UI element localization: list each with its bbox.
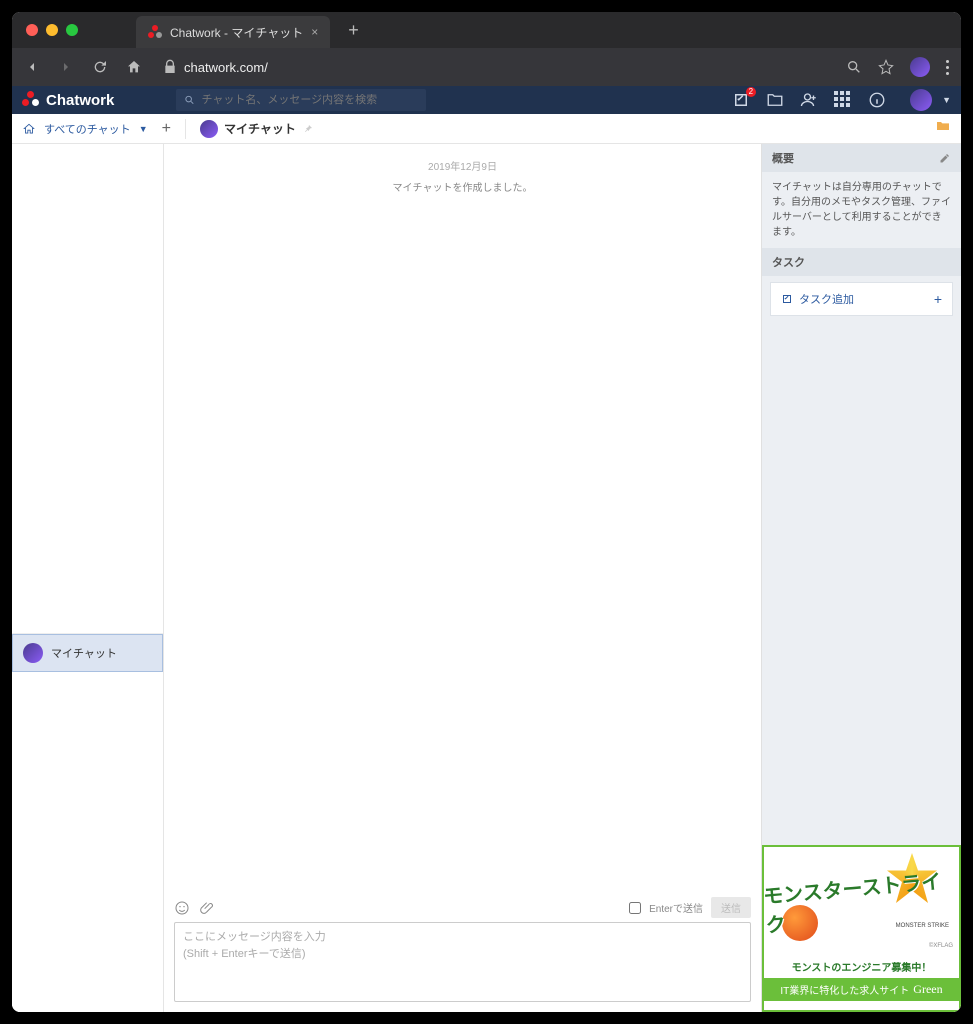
- app-topnav: Chatwork 2 ▼: [12, 86, 961, 114]
- advertisement[interactable]: 広告˅ モンスターストライク MONSTER STRIKE ©XFLAG モンス…: [762, 845, 961, 1012]
- compose-area: Enterで送信 送信 ここにメッセージ内容を入力 (Shift + Enter…: [164, 887, 761, 1012]
- plus-icon: +: [934, 291, 942, 307]
- pin-icon[interactable]: [302, 123, 314, 135]
- main-panel: 2019年12月9日 マイチャットを作成しました。 Enterで送信 送信 ここ…: [164, 144, 761, 1012]
- chat-list-upper: [12, 144, 163, 634]
- home-outline-icon: [22, 122, 36, 136]
- task-badge: 2: [746, 87, 756, 97]
- add-task-button[interactable]: タスク追加 +: [770, 282, 953, 316]
- lock-icon: [162, 59, 178, 75]
- logo-mark-icon: [22, 91, 40, 109]
- room-title: マイチャット: [200, 120, 314, 138]
- enter-send-label: Enterで送信: [649, 900, 703, 915]
- address-bar: chatwork.com/: [12, 48, 961, 86]
- placeholder-line2: (Shift + Enterキーで送信): [183, 946, 742, 963]
- add-task-label: タスク追加: [799, 291, 854, 307]
- ad-green-logo: Green: [913, 982, 942, 997]
- ad-image: モンスターストライク MONSTER STRIKE ©XFLAG: [764, 847, 959, 955]
- emoji-icon[interactable]: [174, 900, 190, 916]
- chat-filter-label: すべてのチャット: [44, 121, 131, 137]
- checkbox-icon: [781, 293, 793, 305]
- divider: [185, 119, 186, 139]
- search-box[interactable]: [176, 89, 426, 111]
- compose-toolbar: Enterで送信 送信: [174, 893, 751, 922]
- subheader: すべてのチャット ▼ + マイチャット: [12, 114, 961, 144]
- minimize-window-button[interactable]: [46, 24, 58, 36]
- chatwork-favicon: [148, 25, 162, 39]
- right-spacer: [762, 322, 961, 845]
- tab-title: Chatwork - マイチャット: [170, 24, 303, 41]
- forward-icon[interactable]: [58, 59, 74, 75]
- sidebar-item-mychat[interactable]: マイチャット: [12, 634, 163, 672]
- chat-list-lower: [12, 672, 163, 1012]
- chat-filter[interactable]: すべてのチャット ▼: [22, 121, 148, 137]
- summary-header: 概要: [762, 144, 961, 172]
- titlebar: Chatwork - マイチャット × +: [12, 12, 961, 48]
- browser-window: Chatwork - マイチャット × + chatwork.com/ Chat…: [12, 12, 961, 1012]
- file-icon[interactable]: [766, 91, 784, 109]
- window-controls: [26, 24, 78, 36]
- ad-headline: モンストのエンジニア募集中！: [764, 955, 959, 978]
- chat-avatar-icon: [23, 643, 43, 663]
- chevron-down-icon: ▼: [942, 95, 951, 105]
- star-icon[interactable]: [878, 59, 894, 75]
- search-input[interactable]: [201, 94, 418, 106]
- search-icon: [184, 94, 195, 106]
- room-name: マイチャット: [224, 120, 296, 137]
- message-input[interactable]: ここにメッセージ内容を入力 (Shift + Enterキーで送信): [174, 922, 751, 1002]
- chevron-down-icon: ▼: [139, 124, 148, 134]
- app-body: マイチャット 2019年12月9日 マイチャットを作成しました。 Enterで送…: [12, 144, 961, 1012]
- ad-footer: IT業界に特化した求人サイト Green: [764, 978, 959, 1001]
- browser-menu-icon[interactable]: [946, 60, 949, 75]
- edit-icon[interactable]: [939, 152, 951, 164]
- logo-text: Chatwork: [46, 92, 114, 109]
- app-logo[interactable]: Chatwork: [22, 91, 114, 109]
- home-icon[interactable]: [126, 59, 142, 75]
- placeholder-line1: ここにメッセージ内容を入力: [183, 929, 742, 946]
- zoom-icon[interactable]: [846, 59, 862, 75]
- send-button[interactable]: 送信: [711, 897, 751, 918]
- enter-send-checkbox[interactable]: [629, 902, 641, 914]
- reload-icon[interactable]: [92, 59, 108, 75]
- message-area: 2019年12月9日 マイチャットを作成しました。: [164, 144, 761, 887]
- user-menu[interactable]: ▼: [910, 89, 951, 111]
- folder-icon[interactable]: [935, 118, 951, 134]
- room-avatar-icon: [200, 120, 218, 138]
- chat-item-label: マイチャット: [51, 645, 117, 661]
- url-field[interactable]: chatwork.com/: [162, 59, 268, 75]
- task-icon[interactable]: 2: [732, 91, 750, 109]
- sidebar: マイチャット: [12, 144, 164, 1012]
- apps-grid-icon[interactable]: [834, 91, 852, 109]
- new-tab-button[interactable]: +: [338, 20, 369, 41]
- summary-title: 概要: [772, 150, 794, 166]
- info-icon[interactable]: [868, 91, 886, 109]
- url-text: chatwork.com/: [184, 60, 268, 75]
- task-title: タスク: [772, 254, 805, 270]
- ad-subtext: MONSTER STRIKE: [896, 923, 949, 929]
- summary-body: マイチャットは自分専用のチャットです。自分用のメモやタスク管理、ファイルサーバー…: [762, 172, 961, 248]
- attach-icon[interactable]: [200, 900, 216, 916]
- back-icon[interactable]: [24, 59, 40, 75]
- profile-avatar-icon[interactable]: [910, 57, 930, 77]
- contact-icon[interactable]: [800, 91, 818, 109]
- maximize-window-button[interactable]: [66, 24, 78, 36]
- task-header: タスク: [762, 248, 961, 276]
- close-window-button[interactable]: [26, 24, 38, 36]
- ad-footer-text: IT業界に特化した求人サイト: [780, 982, 909, 997]
- right-panel: 概要 マイチャットは自分専用のチャットです。自分用のメモやタスク管理、ファイルサ…: [761, 144, 961, 1012]
- user-avatar-icon: [910, 89, 932, 111]
- ad-copyright: ©XFLAG: [929, 943, 953, 949]
- add-chat-button[interactable]: +: [162, 120, 171, 138]
- date-separator: 2019年12月9日: [174, 158, 751, 173]
- browser-tab[interactable]: Chatwork - マイチャット ×: [136, 16, 330, 48]
- tab-close-icon[interactable]: ×: [311, 25, 318, 39]
- system-message: マイチャットを作成しました。: [174, 179, 751, 194]
